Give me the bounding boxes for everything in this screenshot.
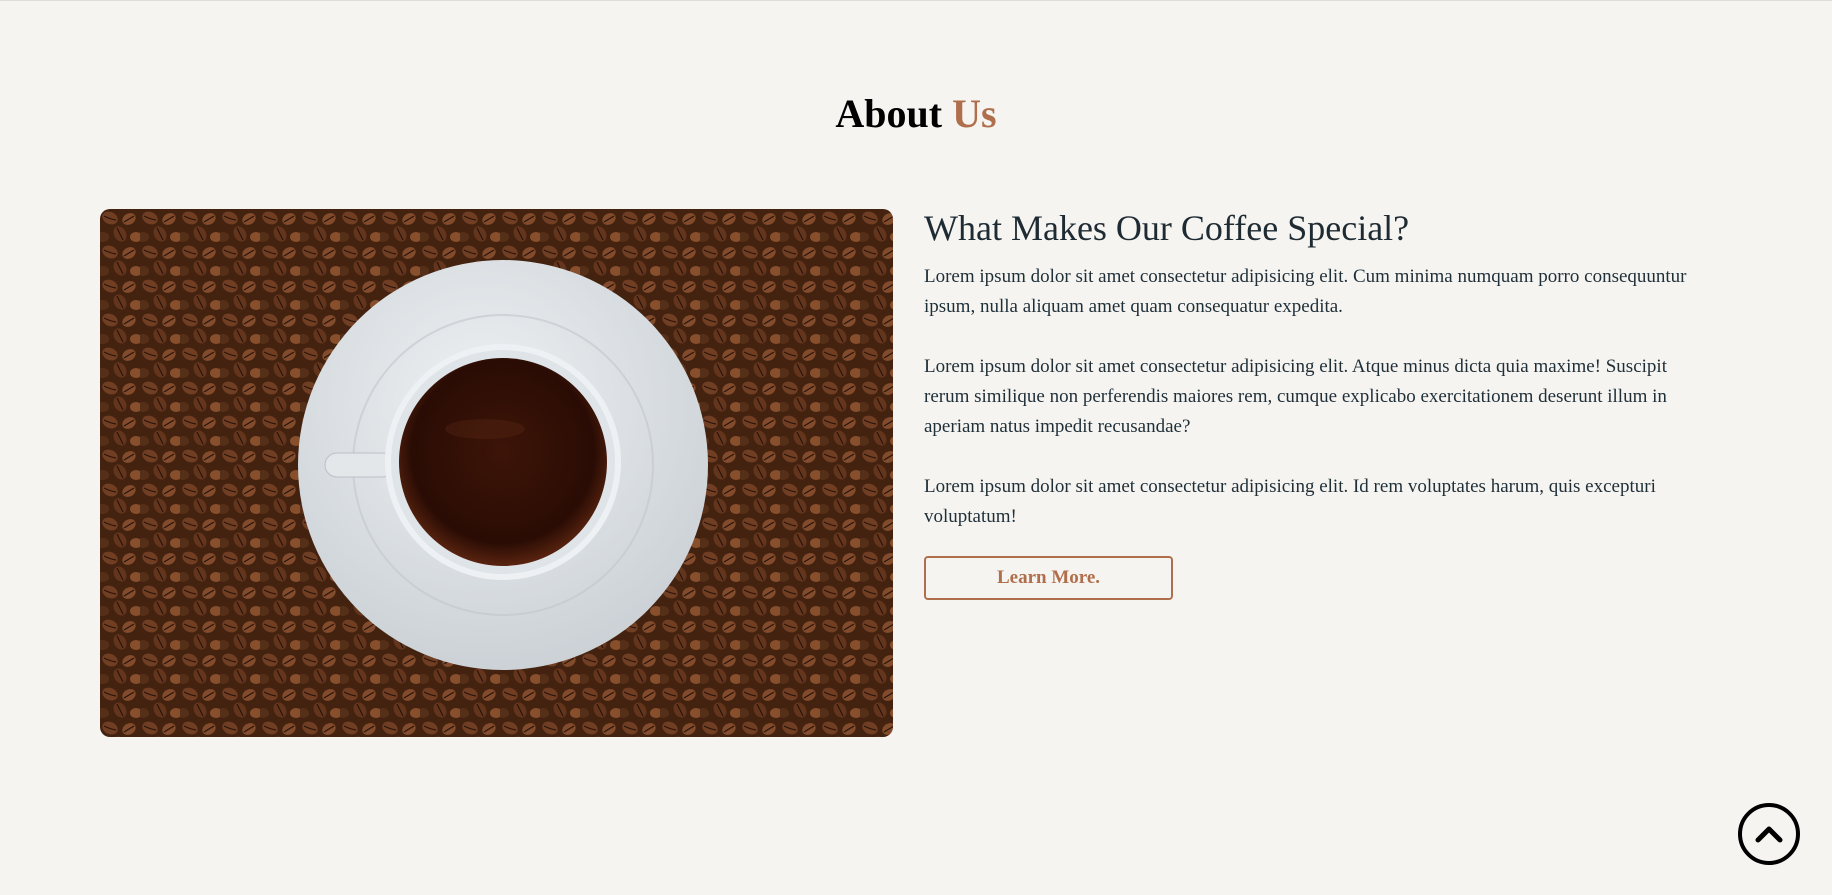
learn-more-button[interactable]: Learn More.: [924, 556, 1173, 600]
about-content: What Makes Our Coffee Special? Lorem ips…: [924, 206, 1714, 600]
about-paragraph-1: Lorem ipsum dolor sit amet consectetur a…: [924, 266, 1687, 317]
scroll-to-top-button[interactable]: [1738, 803, 1800, 865]
about-paragraph-3: Lorem ipsum dolor sit amet consectetur a…: [924, 476, 1656, 527]
top-divider: [0, 0, 1832, 1]
section-title: About Us: [0, 90, 1832, 137]
section-title-accent: Us: [952, 91, 997, 136]
section-title-main: About: [835, 91, 943, 136]
chevron-up-icon: [1755, 826, 1783, 843]
about-paragraph-2: Lorem ipsum dolor sit amet consectetur a…: [924, 356, 1667, 437]
coffee-cup-image: [100, 209, 893, 737]
about-heading: What Makes Our Coffee Special?: [924, 208, 1410, 248]
